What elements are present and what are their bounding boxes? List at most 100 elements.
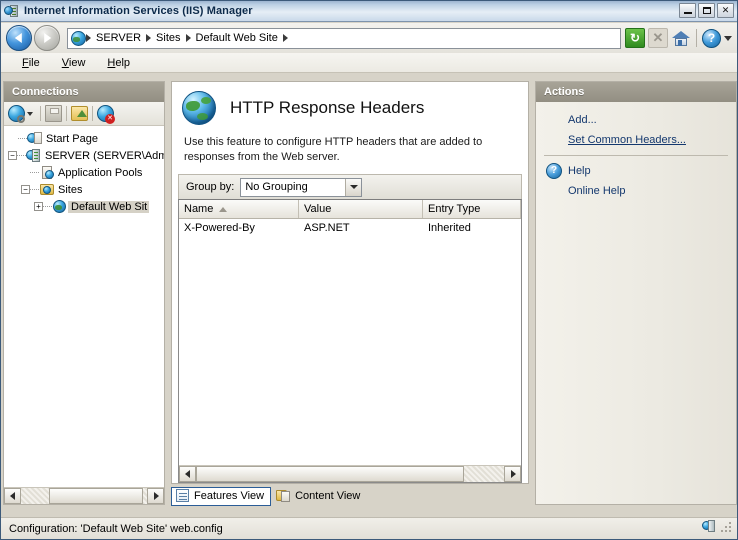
maximize-button[interactable] (698, 3, 715, 18)
globe-icon (71, 30, 86, 46)
breadcrumb-separator-icon (282, 34, 288, 42)
breadcrumb-sites[interactable]: Sites (151, 32, 185, 44)
tab-features-view[interactable]: Features View (171, 486, 272, 506)
action-set-common-headers[interactable]: Set Common Headers... (536, 130, 736, 150)
home-icon[interactable] (671, 28, 691, 48)
tab-content-view[interactable]: Content View (273, 487, 366, 506)
refresh-icon[interactable]: ↻ (625, 28, 645, 48)
tree-line (18, 137, 27, 140)
group-by-value: No Grouping (245, 181, 308, 193)
tree-expander-expand[interactable]: + (34, 202, 43, 211)
title-bar: Internet Information Services (IIS) Mana… (1, 1, 737, 22)
tree-expander-collapse[interactable]: − (21, 185, 30, 194)
close-button[interactable]: ✕ (717, 3, 734, 18)
help-icon[interactable]: ? (702, 28, 721, 48)
breadcrumb-address-field[interactable]: SERVER Sites Default Web Site (67, 27, 621, 49)
action-online-help[interactable]: Online Help (536, 181, 736, 201)
tree-line (30, 171, 39, 174)
iis-manager-window: Internet Information Services (IIS) Mana… (0, 0, 738, 540)
feature-header: HTTP Response Headers (172, 82, 528, 125)
action-help[interactable]: ? Help (536, 161, 736, 181)
server-icon (26, 148, 42, 163)
features-view-icon (175, 489, 190, 503)
tree-item-label: Application Pools (58, 166, 143, 179)
scroll-left-button[interactable] (179, 466, 196, 482)
cell-name: X-Powered-By (184, 221, 255, 234)
tree-expander-collapse[interactable]: − (8, 151, 17, 160)
breadcrumb-default-web-site[interactable]: Default Web Site (191, 32, 283, 44)
cell-entry-type: Inherited (428, 221, 471, 234)
tree-item-start-page[interactable]: Start Page (4, 130, 164, 147)
menu-help-rest: elp (115, 56, 131, 69)
action-add[interactable]: Add... (536, 110, 736, 130)
tree-item-label: Start Page (46, 132, 98, 145)
menu-view[interactable]: View (51, 55, 97, 71)
toolbar-divider (40, 106, 41, 121)
connect-to-server-icon[interactable] (8, 105, 25, 123)
tree-line (30, 188, 39, 191)
open-folder-icon[interactable] (71, 106, 88, 121)
content-pane: HTTP Response Headers Use this feature t… (171, 81, 529, 484)
scroll-track[interactable] (21, 488, 147, 504)
status-bar: Configuration: 'Default Web Site' web.co… (1, 517, 737, 539)
chevron-down-icon[interactable] (724, 35, 732, 41)
column-header-value[interactable]: Value (299, 200, 423, 218)
scroll-left-button[interactable] (4, 488, 21, 504)
action-label: Set Common Headers... (568, 134, 686, 146)
http-response-headers-icon (182, 91, 216, 125)
menu-view-accel: V (61, 56, 69, 69)
tree-item-label: SERVER (SERVER\Admin (45, 149, 164, 162)
resize-grip[interactable] (721, 521, 733, 534)
connections-tree[interactable]: Start Page − SERVER (SERVER\Admin Applic… (4, 126, 164, 487)
action-label: Help (568, 165, 591, 177)
tree-item-sites[interactable]: − Sites (4, 181, 164, 198)
page-title: HTTP Response Headers (230, 98, 425, 117)
column-header-label: Name (184, 203, 214, 215)
tree-item-server[interactable]: − SERVER (SERVER\Admin (4, 147, 164, 164)
minimize-button[interactable] (679, 3, 696, 18)
tree-item-application-pools[interactable]: Application Pools (4, 164, 164, 181)
headers-list-view[interactable]: Name Value Entry Type X-Powered-By ASP.N… (178, 199, 522, 483)
window-controls: ✕ (679, 3, 734, 18)
scroll-thumb[interactable] (48, 488, 144, 504)
cell-value: ASP.NET (304, 221, 350, 234)
group-by-select[interactable]: No Grouping (240, 177, 363, 197)
menu-help[interactable]: Help (96, 55, 141, 71)
chevron-down-icon[interactable] (27, 111, 33, 116)
menu-file-accel: F (22, 56, 29, 69)
view-tabs: Features View Content View (171, 486, 529, 506)
list-horizontal-scrollbar[interactable] (179, 465, 521, 482)
address-toolbar: SERVER Sites Default Web Site ↻ ✕ ? (1, 23, 737, 53)
scroll-thumb[interactable] (196, 466, 464, 482)
menu-file[interactable]: File (11, 55, 51, 71)
menu-file-rest: ile (28, 56, 40, 69)
breadcrumb-server[interactable]: SERVER (91, 32, 146, 44)
connections-horizontal-scrollbar[interactable] (4, 487, 164, 504)
back-button[interactable] (6, 25, 32, 51)
group-by-label: Group by: (186, 181, 235, 193)
tree-item-default-web-site[interactable]: + Default Web Sit (4, 198, 164, 215)
server-status-icon (702, 520, 718, 535)
tab-label: Content View (295, 490, 361, 502)
feature-description: Use this feature to configure HTTP heade… (184, 136, 483, 163)
sites-folder-icon (39, 182, 55, 197)
scroll-right-button[interactable] (147, 488, 164, 504)
actions-header: Actions (536, 82, 736, 102)
toolbar-divider (92, 106, 93, 121)
actions-panel: Actions Add... Set Common Headers... ? H… (535, 81, 737, 505)
scroll-track[interactable] (196, 466, 504, 482)
chevron-down-icon[interactable] (345, 178, 362, 196)
scroll-right-button[interactable] (504, 466, 521, 482)
help-icon: ? (546, 163, 562, 179)
address-tool-icons: ↻ ✕ ? (625, 28, 737, 48)
disconnect-icon[interactable] (97, 105, 115, 124)
tree-line (17, 154, 26, 157)
iis-server-icon (4, 3, 20, 19)
content-view-icon (276, 489, 291, 503)
actions-list: Add... Set Common Headers... ? Help Onli… (536, 102, 736, 504)
forward-button[interactable] (34, 25, 60, 51)
group-by-bar: Group by: No Grouping (178, 174, 522, 199)
column-header-name[interactable]: Name (179, 200, 299, 218)
column-header-entry-type[interactable]: Entry Type (423, 200, 521, 218)
table-row[interactable]: X-Powered-By ASP.NET Inherited (179, 219, 521, 236)
